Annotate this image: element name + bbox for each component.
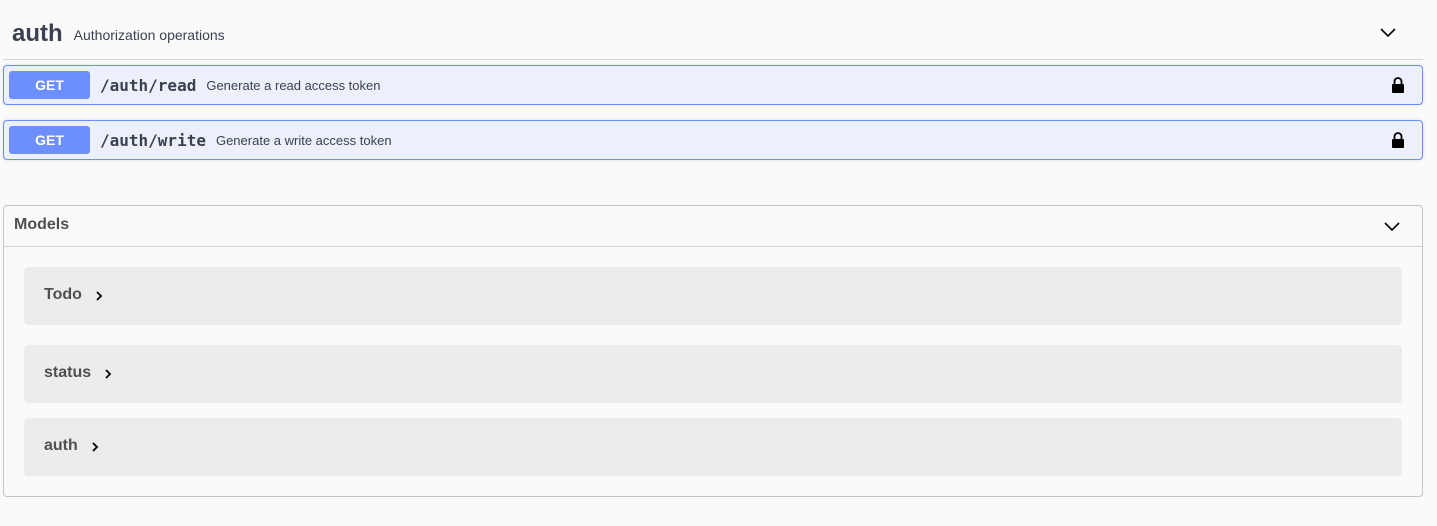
- models-section: Models Todo status auth: [3, 205, 1423, 497]
- tag-name: auth: [12, 19, 63, 47]
- method-badge: GET: [9, 126, 90, 154]
- chevron-right-icon: [92, 442, 99, 452]
- tag-header-auth[interactable]: auth Authorization operations: [3, 10, 1423, 60]
- operation-get-auth-read[interactable]: GET /auth/read Generate a read access to…: [3, 65, 1423, 105]
- model-item-auth[interactable]: auth: [24, 418, 1402, 476]
- models-header[interactable]: Models: [4, 206, 1422, 247]
- method-badge: GET: [9, 71, 90, 99]
- model-name: auth: [44, 437, 78, 454]
- chevron-right-icon: [96, 291, 103, 301]
- chevron-right-icon: [105, 369, 112, 379]
- lock-icon[interactable]: [1391, 131, 1405, 149]
- chevron-down-icon[interactable]: [1379, 26, 1397, 40]
- models-title: Models: [14, 216, 70, 233]
- lock-icon[interactable]: [1391, 76, 1405, 94]
- operation-summary: Generate a read access token: [206, 77, 381, 93]
- chevron-down-icon[interactable]: [1383, 220, 1401, 234]
- operation-path: /auth/read: [100, 75, 197, 95]
- model-name: status: [44, 364, 92, 381]
- model-item-status[interactable]: status: [24, 345, 1402, 403]
- operation-summary: Generate a write access token: [215, 132, 392, 148]
- operation-path: /auth/write: [100, 130, 206, 150]
- operation-get-auth-write[interactable]: GET /auth/write Generate a write access …: [3, 120, 1423, 160]
- tag-description: Authorization operations: [73, 27, 225, 43]
- model-item-todo[interactable]: Todo: [24, 267, 1402, 325]
- model-name: Todo: [44, 286, 82, 303]
